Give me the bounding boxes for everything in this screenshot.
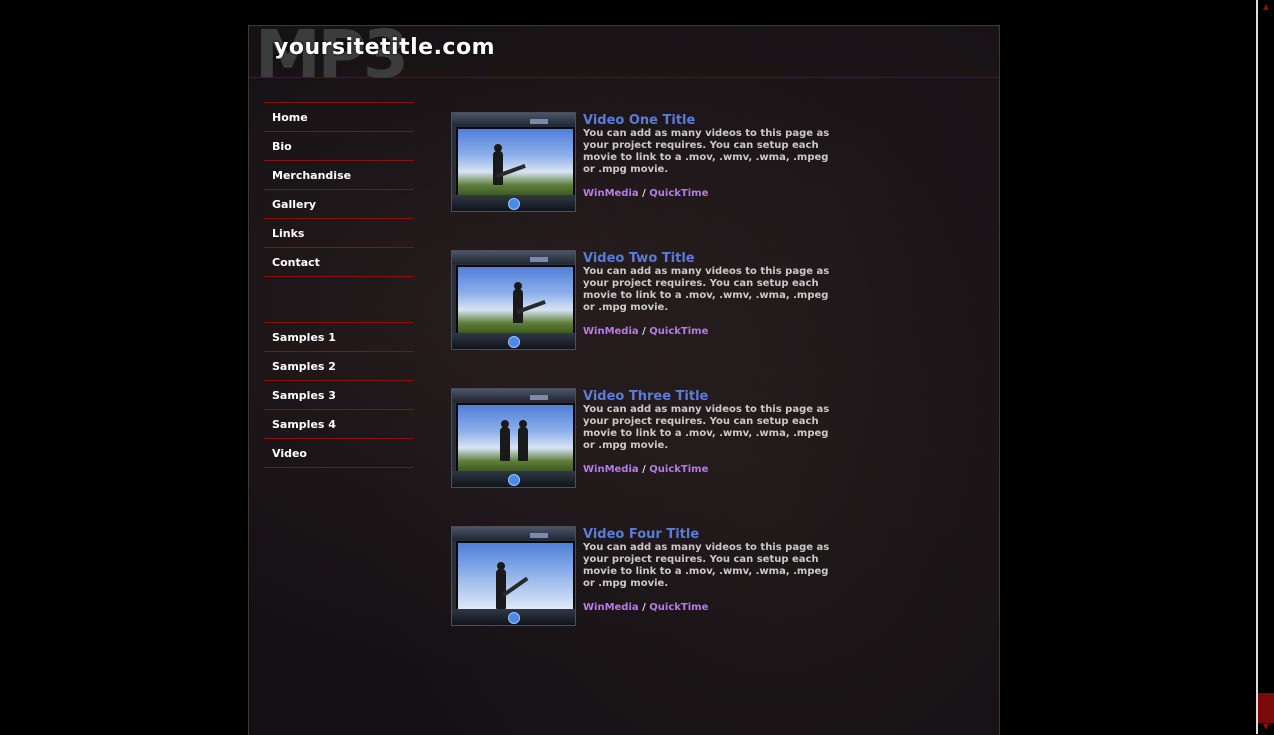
- video-screen: [456, 403, 575, 473]
- quicktime-link[interactable]: QuickTime: [649, 464, 708, 475]
- winmedia-link[interactable]: WinMedia: [583, 602, 639, 613]
- nav-item-samples-3[interactable]: Samples 3: [264, 381, 414, 410]
- video-description: You can add as many videos to this page …: [583, 542, 830, 589]
- page-container: MP3 yoursitetitle.com Home Bio Merchandi…: [248, 25, 1000, 735]
- play-icon: [508, 612, 520, 624]
- video-entry: Video One Title You can add as many vide…: [451, 112, 851, 212]
- winmedia-link[interactable]: WinMedia: [583, 464, 639, 475]
- scroll-up-icon[interactable]: ▲: [1258, 0, 1274, 14]
- video-thumbnail[interactable]: [451, 250, 576, 350]
- video-title[interactable]: Video Two Title: [583, 251, 843, 266]
- nav-item-gallery[interactable]: Gallery: [264, 190, 414, 219]
- play-icon: [508, 336, 520, 348]
- nav-item-bio[interactable]: Bio: [264, 132, 414, 161]
- player-controls: [452, 609, 575, 625]
- nav-item-home[interactable]: Home: [264, 103, 414, 132]
- video-links: WinMedia / QuickTime: [583, 326, 843, 337]
- nav-item-contact[interactable]: Contact: [264, 248, 414, 277]
- video-thumbnail[interactable]: [451, 112, 576, 212]
- site-header: MP3 yoursitetitle.com: [249, 26, 999, 93]
- winmedia-link[interactable]: WinMedia: [583, 326, 639, 337]
- main-nav: Home Bio Merchandise Gallery Links Conta…: [264, 102, 414, 277]
- player-controls: [452, 471, 575, 487]
- video-info: Video Three Title You can add as many vi…: [583, 388, 843, 475]
- nav-item-samples-1[interactable]: Samples 1: [264, 323, 414, 352]
- secondary-nav: Samples 1 Samples 2 Samples 3 Samples 4 …: [264, 322, 414, 468]
- player-title-bar: [452, 113, 575, 126]
- video-thumbnail[interactable]: [451, 388, 576, 488]
- scrollbar-thumb[interactable]: [1258, 693, 1274, 723]
- video-screen: [456, 127, 575, 197]
- video-description: You can add as many videos to this page …: [583, 128, 830, 175]
- player-controls: [452, 195, 575, 211]
- link-separator: /: [642, 188, 646, 199]
- player-title-bar: [452, 527, 575, 540]
- play-icon: [508, 474, 520, 486]
- player-controls: [452, 333, 575, 349]
- site-title[interactable]: yoursitetitle.com: [274, 35, 495, 60]
- link-separator: /: [642, 464, 646, 475]
- player-title-bar: [452, 389, 575, 402]
- video-links: WinMedia / QuickTime: [583, 464, 843, 475]
- video-screen: [456, 541, 575, 611]
- video-title[interactable]: Video One Title: [583, 113, 843, 128]
- player-title-bar: [452, 251, 575, 264]
- nav-item-samples-4[interactable]: Samples 4: [264, 410, 414, 439]
- video-thumbnail[interactable]: [451, 526, 576, 626]
- video-title[interactable]: Video Three Title: [583, 389, 843, 404]
- video-description: You can add as many videos to this page …: [583, 404, 830, 451]
- video-description: You can add as many videos to this page …: [583, 266, 830, 313]
- video-title[interactable]: Video Four Title: [583, 527, 843, 542]
- nav-item-merchandise[interactable]: Merchandise: [264, 161, 414, 190]
- play-icon: [508, 198, 520, 210]
- video-info: Video Two Title You can add as many vide…: [583, 250, 843, 337]
- nav-item-samples-2[interactable]: Samples 2: [264, 352, 414, 381]
- quicktime-link[interactable]: QuickTime: [649, 326, 708, 337]
- video-entry: Video Three Title You can add as many vi…: [451, 388, 851, 488]
- video-entry: Video Four Title You can add as many vid…: [451, 526, 851, 626]
- video-info: Video Four Title You can add as many vid…: [583, 526, 843, 613]
- winmedia-link[interactable]: WinMedia: [583, 188, 639, 199]
- link-separator: /: [642, 326, 646, 337]
- video-screen: [456, 265, 575, 335]
- link-separator: /: [642, 602, 646, 613]
- video-entry: Video Two Title You can add as many vide…: [451, 250, 851, 350]
- nav-item-links[interactable]: Links: [264, 219, 414, 248]
- video-links: WinMedia / QuickTime: [583, 602, 843, 613]
- scroll-down-icon[interactable]: ▼: [1258, 720, 1274, 734]
- quicktime-link[interactable]: QuickTime: [649, 188, 708, 199]
- quicktime-link[interactable]: QuickTime: [649, 602, 708, 613]
- video-links: WinMedia / QuickTime: [583, 188, 843, 199]
- vertical-scrollbar[interactable]: ▲ ▼: [1256, 0, 1274, 734]
- video-info: Video One Title You can add as many vide…: [583, 112, 843, 199]
- nav-item-video[interactable]: Video: [264, 439, 414, 468]
